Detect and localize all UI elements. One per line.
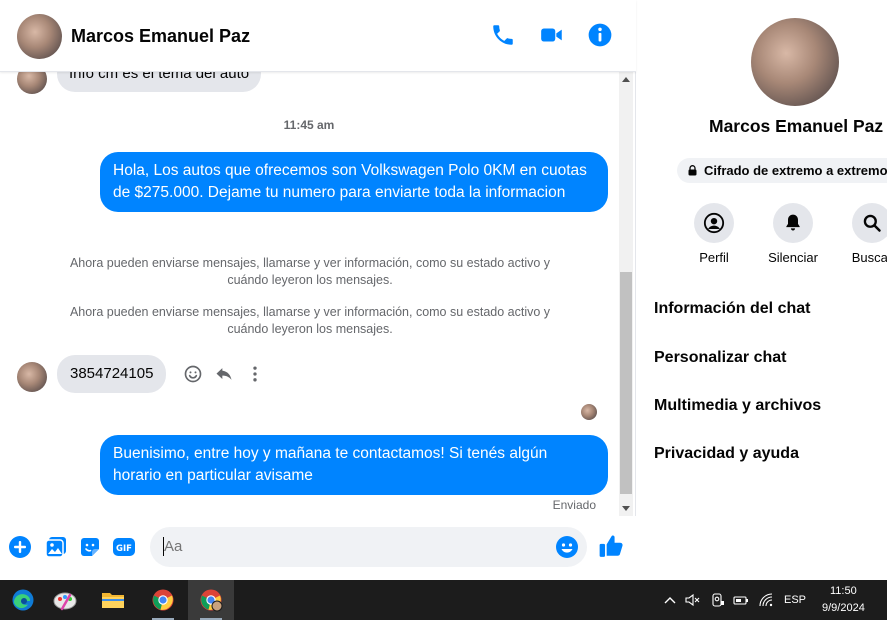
message-timestamp: 11:45 am xyxy=(283,118,335,132)
phone-call-icon[interactable] xyxy=(490,22,516,48)
incoming-message-phone[interactable]: 3854724105 xyxy=(57,355,167,393)
taskbar-paint[interactable] xyxy=(42,580,88,620)
outgoing-message[interactable]: Hola, Los autos que ofrecemos son Volksw… xyxy=(100,152,608,212)
search-icon xyxy=(863,214,881,232)
taskbar-file-explorer[interactable] xyxy=(90,580,136,620)
action-label: Perfil xyxy=(699,250,729,265)
windows-taskbar: ESP 11:50 9/9/2024 xyxy=(0,580,887,620)
scroll-down-arrow-icon[interactable] xyxy=(622,506,630,511)
taskbar-edge[interactable] xyxy=(0,580,46,620)
encryption-badge[interactable]: Cifrado de extremo a extremo xyxy=(677,158,887,183)
scroll-thumb[interactable] xyxy=(620,272,632,494)
menu-media-files[interactable]: Multimedia y archivos xyxy=(654,397,821,415)
chat-scrollbar[interactable] xyxy=(619,72,633,516)
taskbar-chrome-profile[interactable] xyxy=(188,580,234,620)
chrome-profile-icon xyxy=(200,589,223,612)
paint-icon xyxy=(53,592,77,611)
chrome-icon xyxy=(152,589,174,611)
photo-icon[interactable] xyxy=(44,535,68,559)
plus-icon[interactable] xyxy=(8,535,32,559)
system-message: Ahora pueden enviarse mensajes, llamarse… xyxy=(69,256,551,287)
contact-name[interactable]: Marcos Emanuel Paz xyxy=(71,26,250,47)
message-avatar xyxy=(17,72,47,94)
more-options-icon[interactable] xyxy=(245,364,265,384)
reply-icon[interactable] xyxy=(214,364,234,384)
like-thumbs-up-icon[interactable] xyxy=(598,533,624,559)
contact-avatar[interactable] xyxy=(17,14,62,59)
action-profile[interactable]: Perfil xyxy=(694,203,734,265)
messenger-window: Marcos Emanuel Paz Info cm es el tema de… xyxy=(0,0,887,580)
video-call-icon[interactable] xyxy=(539,22,565,48)
search-button[interactable] xyxy=(852,203,887,243)
bell-icon xyxy=(786,214,800,231)
lock-icon xyxy=(688,165,697,176)
svg-text:GIF: GIF xyxy=(116,544,132,554)
profile-avatar-large[interactable] xyxy=(751,18,839,106)
speaker-muted-icon[interactable] xyxy=(684,592,700,608)
menu-chat-info[interactable]: Información del chat xyxy=(654,300,810,318)
battery-icon[interactable] xyxy=(733,592,749,608)
sticker-icon[interactable] xyxy=(78,535,102,559)
folder-icon xyxy=(102,593,124,608)
incoming-message[interactable]: Info cm es el tema del auto xyxy=(57,72,262,92)
camera-privacy-icon[interactable] xyxy=(710,592,726,608)
message-input[interactable] xyxy=(164,538,544,555)
outgoing-message[interactable]: Buenisimo, entre hoy y mañana te contact… xyxy=(100,435,608,495)
info-icon[interactable] xyxy=(587,22,613,48)
action-mute[interactable]: Silenciar xyxy=(768,203,818,265)
chat-pane: Marcos Emanuel Paz Info cm es el tema de… xyxy=(0,0,636,580)
chevron-up-icon[interactable] xyxy=(662,592,678,608)
menu-customize-chat[interactable]: Personalizar chat xyxy=(654,349,787,367)
sent-status: Enviado xyxy=(552,498,596,512)
wifi-icon[interactable] xyxy=(758,592,774,608)
react-emoji-icon[interactable] xyxy=(183,364,203,384)
action-label: Buscar xyxy=(851,250,887,265)
message-input-box[interactable] xyxy=(150,527,587,567)
menu-privacy-help[interactable]: Privacidad y ayuda xyxy=(654,445,799,463)
action-label: Silenciar xyxy=(768,250,818,265)
system-message: Ahora pueden enviarse mensajes, llamarse… xyxy=(69,305,551,336)
message-avatar xyxy=(17,362,47,392)
emoji-icon[interactable] xyxy=(555,535,579,559)
read-receipt-avatar xyxy=(581,404,597,420)
profile-icon xyxy=(703,212,725,234)
conversation-info-panel: Marcos Emanuel Paz Cifrado de extremo a … xyxy=(637,0,887,580)
encryption-label: Cifrado de extremo a extremo xyxy=(704,163,887,178)
clock-date[interactable]: 9/9/2024 xyxy=(822,602,865,614)
scroll-up-arrow-icon[interactable] xyxy=(622,77,630,82)
input-language[interactable]: ESP xyxy=(784,594,806,606)
profile-button[interactable] xyxy=(694,203,734,243)
composer: GIF xyxy=(0,516,636,580)
taskbar-chrome[interactable] xyxy=(140,580,186,620)
action-search[interactable]: Buscar xyxy=(852,203,887,265)
edge-icon xyxy=(12,589,34,611)
profile-name: Marcos Emanuel Paz xyxy=(709,116,884,136)
message-list[interactable]: Info cm es el tema del auto 11:45 am Hol… xyxy=(0,72,620,516)
mute-button[interactable] xyxy=(773,203,813,243)
chat-header: Marcos Emanuel Paz xyxy=(0,0,636,72)
gif-icon[interactable]: GIF xyxy=(112,535,136,559)
clock-time[interactable]: 11:50 xyxy=(830,585,857,597)
